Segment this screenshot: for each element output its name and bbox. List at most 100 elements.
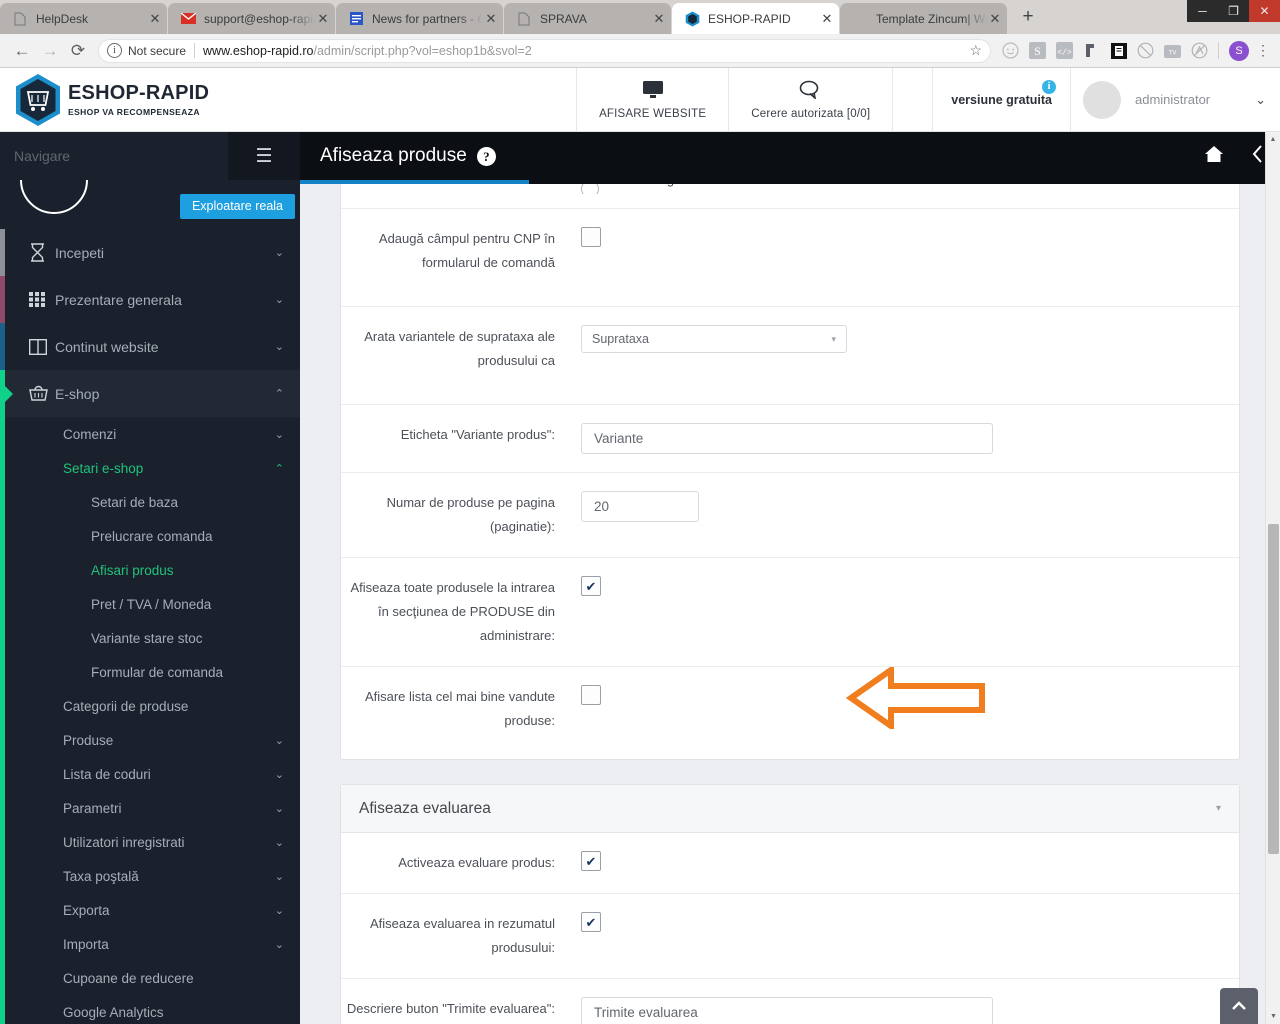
- eticheta-variante-input[interactable]: Variante: [581, 423, 993, 454]
- chevron-down-icon[interactable]: ▾: [1216, 803, 1221, 814]
- exploatare-reala-badge[interactable]: Exploatare reala: [179, 194, 295, 219]
- hamburger-icon[interactable]: ☰: [228, 132, 300, 180]
- minimize-button[interactable]: ─: [1187, 0, 1218, 22]
- chevron-down-icon[interactable]: ⌄: [275, 293, 284, 306]
- close-icon[interactable]: ✕: [819, 11, 835, 27]
- close-icon[interactable]: ✕: [987, 11, 1003, 27]
- afiseaza-evaluarea-rezumat-checkbox[interactable]: ✔: [581, 912, 601, 932]
- browser-tab[interactable]: HelpDesk ✕: [0, 3, 167, 34]
- suprataxa-select[interactable]: Suprataxa ▾: [581, 325, 847, 353]
- code-icon[interactable]: </>: [1056, 42, 1073, 59]
- sidebar-item-comenzi[interactable]: Comenzi ⌄: [0, 417, 300, 451]
- new-tab-button[interactable]: +: [1014, 4, 1042, 32]
- browser-tab[interactable]: Template Zincum| We ✕: [840, 3, 1007, 34]
- profile-avatar[interactable]: S: [1229, 40, 1249, 61]
- sidebar-item-afisari-produs[interactable]: Afisari produs: [0, 553, 300, 587]
- descriere-buton-trimite-input[interactable]: Trimite evaluarea: [581, 997, 993, 1024]
- scroll-to-top-button[interactable]: [1220, 988, 1258, 1024]
- close-window-button[interactable]: ✕: [1249, 0, 1280, 22]
- afisare-lista-vandute-checkbox[interactable]: [581, 685, 601, 705]
- close-icon[interactable]: ✕: [483, 11, 499, 27]
- doc-icon[interactable]: [1110, 42, 1127, 59]
- chevron-down-icon[interactable]: ⌄: [275, 870, 284, 883]
- browser-tab-active[interactable]: ESHOP-RAPID ✕: [672, 3, 839, 34]
- back-icon[interactable]: ←: [8, 37, 36, 65]
- tv-icon[interactable]: TV: [1164, 42, 1181, 59]
- nav-afisare-website[interactable]: AFISARE WEBSITE: [576, 68, 728, 131]
- sidebar-item-prezentare-generala[interactable]: Prezentare generala ⌄: [0, 276, 300, 323]
- sidebar-item-continut-website[interactable]: Continut website ⌄: [0, 323, 300, 370]
- pin-icon[interactable]: [1083, 42, 1100, 59]
- sidebar-item-cupoane-de-reducere[interactable]: Cupoane de reducere: [0, 961, 300, 995]
- info-icon[interactable]: i: [107, 43, 122, 58]
- ad-block-icon[interactable]: [1191, 42, 1208, 59]
- close-icon[interactable]: ✕: [315, 11, 331, 27]
- sidebar-item-variante-stare-stoc[interactable]: Variante stare stoc: [0, 621, 300, 655]
- activeaza-evaluare-checkbox[interactable]: ✔: [581, 851, 601, 871]
- sidebar-item-parametri[interactable]: Parametri ⌄: [0, 791, 300, 825]
- close-icon[interactable]: ✕: [651, 11, 667, 27]
- chevron-down-icon[interactable]: ⌄: [275, 428, 284, 441]
- sidebar-item-produse[interactable]: Produse ⌄: [0, 723, 300, 757]
- smile-icon[interactable]: [1002, 42, 1019, 59]
- sidebar-item-categorii-de-produse[interactable]: Categorii de produse: [0, 689, 300, 723]
- user-menu[interactable]: administrator ⌄: [1070, 68, 1280, 131]
- sidebar-item-formular-de-comanda[interactable]: Formular de comanda: [0, 655, 300, 689]
- sidebar-item-taxa-postala[interactable]: Taxa poştală ⌄: [0, 859, 300, 893]
- browser-menu-icon[interactable]: ⋮: [1254, 42, 1272, 59]
- chevron-down-icon[interactable]: ▾: [831, 334, 836, 345]
- sidebar-item-lista-de-coduri[interactable]: Lista de coduri ⌄: [0, 757, 300, 791]
- page-scrollbar[interactable]: ▲ ▼: [1265, 132, 1280, 1024]
- chevron-down-icon[interactable]: ⌄: [275, 836, 284, 849]
- sidebar-item-setari-eshop[interactable]: Setari e-shop ⌃: [0, 451, 300, 485]
- version-block[interactable]: versiune gratuita i: [932, 68, 1070, 131]
- close-icon[interactable]: ✕: [147, 11, 163, 27]
- chevron-up-icon[interactable]: ⌃: [275, 387, 284, 400]
- browser-tab[interactable]: support@eshop-rapid ✕: [168, 3, 335, 34]
- chevron-down-icon[interactable]: ⌄: [1255, 92, 1266, 108]
- cnp-checkbox[interactable]: [581, 227, 601, 247]
- sidebar-item-label: Setari de baza: [91, 494, 179, 510]
- numar-produse-input[interactable]: 20: [581, 491, 699, 522]
- sidebar-item-exporta[interactable]: Exporta ⌄: [0, 893, 300, 927]
- info-icon[interactable]: i: [1042, 80, 1056, 94]
- collapse-back-icon[interactable]: [1252, 144, 1264, 168]
- home-icon[interactable]: [1204, 145, 1224, 168]
- url-text: www.eshop-rapid.ro/admin/script.php?vol=…: [203, 44, 532, 58]
- bookmark-star-icon[interactable]: ☆: [969, 42, 982, 59]
- help-icon[interactable]: ?: [476, 146, 496, 166]
- sidebar-item-incepeti[interactable]: Incepeti ⌄: [0, 229, 300, 276]
- scrollbar-thumb[interactable]: [1268, 524, 1279, 854]
- chevron-down-icon[interactable]: ⌄: [275, 734, 284, 747]
- reload-icon[interactable]: ⟳: [64, 37, 92, 65]
- sidebar-item-setari-de-baza[interactable]: Setari de baza: [0, 485, 300, 519]
- script-icon[interactable]: S: [1029, 42, 1046, 59]
- chevron-down-icon[interactable]: ⌄: [275, 340, 284, 353]
- sidebar-item-utilizatori-inregistrati[interactable]: Utilizatori inregistrati ⌄: [0, 825, 300, 859]
- sidebar-item-prelucrare-comanda[interactable]: Prelucrare comanda: [0, 519, 300, 553]
- evaluation-panel-header[interactable]: Afiseaza evaluarea ▾: [341, 785, 1239, 833]
- sidebar-item-eshop[interactable]: E-shop ⌃: [0, 370, 300, 417]
- radio-button[interactable]: [581, 184, 599, 194]
- chevron-up-icon[interactable]: ⌃: [275, 462, 284, 475]
- chevron-down-icon[interactable]: ⌄: [275, 802, 284, 815]
- chevron-down-icon[interactable]: ⌄: [275, 938, 284, 951]
- brand-logo-block[interactable]: ESHOP-RAPID ESHOP VA RECOMPENSEAZA: [0, 68, 300, 131]
- browser-tab[interactable]: SPRAVA ✕: [504, 3, 671, 34]
- sidebar-item-importa[interactable]: Importa ⌄: [0, 927, 300, 961]
- sidebar-item-pret-tva-moneda[interactable]: Pret / TVA / Moneda: [0, 587, 300, 621]
- scrollbar-down-arrow-icon[interactable]: ▼: [1266, 1009, 1280, 1024]
- form-row-activeaza-evaluare: Activeaza evaluare produs: ✔: [341, 833, 1239, 894]
- scrollbar-up-arrow-icon[interactable]: ▲: [1266, 132, 1280, 147]
- forward-icon[interactable]: →: [36, 37, 64, 65]
- browser-tab[interactable]: News for partners - G ✕: [336, 3, 503, 34]
- maximize-button[interactable]: ❐: [1218, 0, 1249, 22]
- chevron-down-icon[interactable]: ⌄: [275, 246, 284, 259]
- address-bar[interactable]: i Not secure www.eshop-rapid.ro/admin/sc…: [98, 38, 991, 63]
- chevron-down-icon[interactable]: ⌄: [275, 768, 284, 781]
- nav-cerere-autorizata[interactable]: Cerere autorizata [0/0]: [728, 68, 892, 131]
- chevron-down-icon[interactable]: ⌄: [275, 904, 284, 917]
- afiseaza-toate-produsele-checkbox[interactable]: ✔: [581, 576, 601, 596]
- sidebar-item-google-analytics[interactable]: Google Analytics: [0, 995, 300, 1024]
- block-icon[interactable]: [1137, 42, 1154, 59]
